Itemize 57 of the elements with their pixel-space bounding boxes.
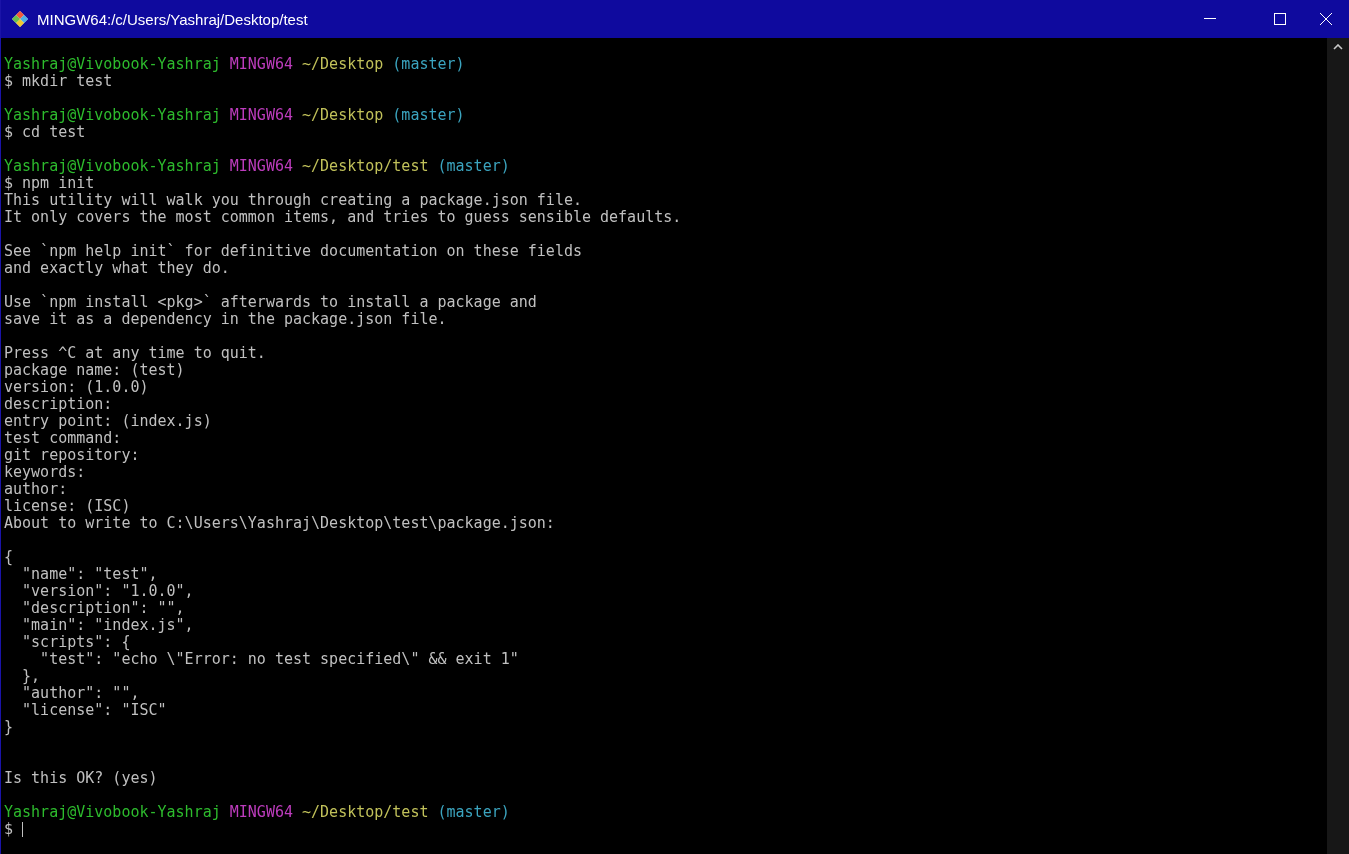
terminal-output-line: entry point: (index.js) [4,412,212,430]
prompt-symbol: $ [4,820,14,838]
prompt-user-host: Yashraj@Vivobook-Yashraj [4,157,221,175]
terminal-output-line: "author": "", [21,684,140,702]
prompt-path: ~/Desktop [302,106,384,124]
terminal-output-line: This utility will walk you through creating a package.json file. [4,191,582,209]
terminal-output-line: "scripts": { [21,633,131,651]
terminal-output-line: "version": "1.0.0", [21,582,194,600]
terminal-output-line: It only covers the most common items, and tries to guess sensible defaults. [4,208,682,226]
terminal-output-line: "license": "ISC" [21,701,167,719]
terminal-output-line: git repository: [4,446,140,464]
prompt-path: ~/Desktop [302,55,384,73]
prompt-shell: MINGW64 [229,106,293,124]
prompt-user-host: Yashraj@Vivobook-Yashraj [4,106,221,124]
terminal-output-line: { [4,548,14,566]
prompt-path: ~/Desktop/test [302,803,429,821]
terminal-output-line: } [4,718,14,736]
prompt-path: ~/Desktop/test [302,157,429,175]
terminal-output-line: "description": "", [21,599,185,617]
terminal-output-line: See `npm help init` for definitive documentation on these fields [4,242,582,260]
close-icon [1320,13,1332,25]
terminal-output-line: version: (1.0.0) [4,378,149,396]
terminal-output-line: save it as a dependency in the package.json file. [4,310,447,328]
prompt-shell: MINGW64 [229,157,293,175]
terminal-output-line: Use `npm install <pkg>` afterwards to install a package and [4,293,537,311]
terminal-output-line: test command: [4,429,122,447]
terminal-output-line: and exactly what they do. [4,259,230,277]
terminal-output-line: }, [21,667,41,685]
terminal-output-line: license: (ISC) [4,497,131,515]
terminal-output-line: "name": "test", [21,565,158,583]
app-logo-icon [11,10,29,28]
prompt-branch: (master) [437,803,510,821]
prompt-branch: (master) [437,157,510,175]
terminal-output-line: package name: (test) [4,361,185,379]
terminal-output-line: $ npm init [4,174,95,192]
text-cursor [22,822,24,837]
terminal-output-line: keywords: [4,463,86,481]
maximize-icon [1274,13,1286,25]
scrollbar[interactable] [1327,38,1349,854]
terminal-output-line: Is this OK? (yes) [4,769,158,787]
terminal-output-line: "test": "echo \"Error: no test specified\" && exit 1" [39,650,519,668]
terminal-output-line: description: [4,395,113,413]
prompt-branch: (master) [392,55,465,73]
terminal-output-line: About to write to C:\Users\Yashraj\Desktop\test\package.json: [4,514,555,532]
window-title: MINGW64:/c/Users/Yashraj/Desktop/test [37,10,309,28]
minimize-icon [1204,18,1216,20]
terminal-output-line: $ mkdir test [4,72,113,90]
terminal-output-line: $ cd test [4,123,86,141]
scroll-up-icon[interactable] [1333,44,1343,50]
prompt-shell: MINGW64 [229,803,293,821]
prompt-user-host: Yashraj@Vivobook-Yashraj [4,803,221,821]
terminal-output-line: Press ^C at any time to quit. [4,344,266,362]
prompt-branch: (master) [392,106,465,124]
terminal-output-line: "main": "index.js", [21,616,194,634]
terminal-output-line: author: [4,480,68,498]
prompt-user-host: Yashraj@Vivobook-Yashraj [4,55,221,73]
prompt-shell: MINGW64 [229,55,293,73]
